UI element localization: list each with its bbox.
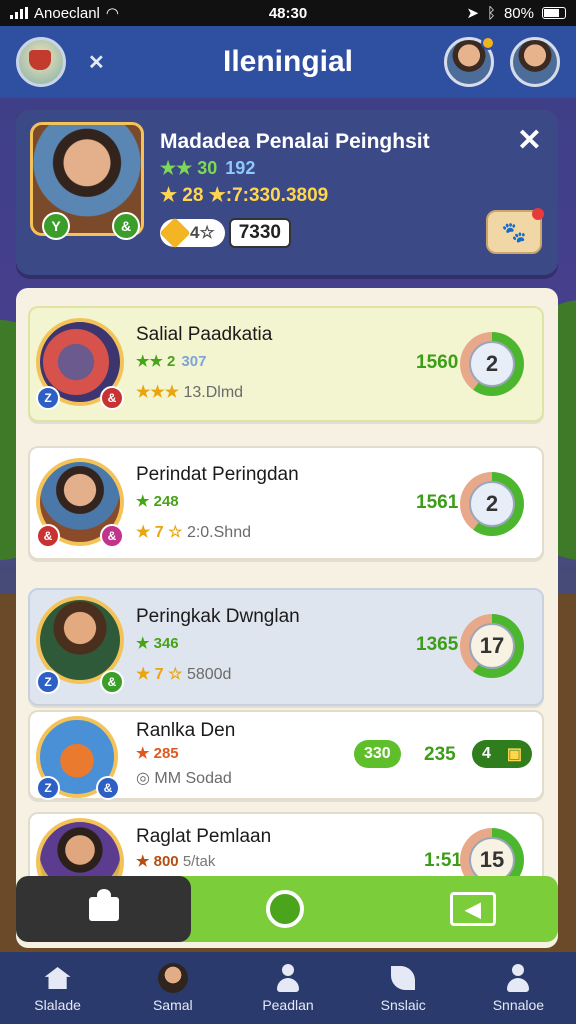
player-score: 1365 [416, 634, 459, 655]
location-icon: ➤ [466, 5, 479, 22]
rank-badge-icon: & [96, 776, 120, 800]
app-logo-icon[interactable] [16, 37, 66, 87]
player-name: Perindat Peringdan [136, 464, 299, 485]
score-pill: 330 [354, 740, 401, 768]
refresh-button[interactable] [266, 890, 304, 928]
leaderboard-row[interactable]: Z & Ranlka Den ★ 285 ◎ MM Sodad 330 235 … [28, 710, 544, 800]
rank-number: 2 [469, 341, 515, 387]
home-icon [44, 967, 71, 989]
player-substat: ★★★ 13.Dlmd [136, 384, 244, 401]
nav-label: Slalade [34, 997, 81, 1013]
person-icon [504, 964, 532, 992]
player-name: Peringkak Dwnglan [136, 606, 300, 627]
leaderboard-row[interactable]: Z & Salial Paadkatia ★★ 2 307 ★★★ 13.Dlmd… [28, 306, 544, 422]
rank-pill: 4 ▣ [472, 740, 532, 768]
leaderboard-panel: Z & Salial Paadkatia ★★ 2 307 ★★★ 13.Dlmd… [16, 288, 558, 948]
rank-number: 4 [482, 745, 491, 762]
nav-social[interactable]: Samal [115, 952, 230, 1024]
carrier-name: Anoeclanl [34, 4, 100, 22]
level-badge-icon: Y [42, 212, 70, 240]
bottom-nav: Slalade Samal Peadlan Snslaic Snnaloe [0, 952, 576, 1024]
nav-home[interactable]: Slalade [0, 952, 115, 1024]
level-badge-icon: Z [36, 776, 60, 800]
rank-badge-icon: & [100, 386, 124, 410]
shop-bag-icon [88, 889, 119, 921]
close-button[interactable]: ✕ [517, 126, 542, 156]
nav-profile[interactable]: Snnaloe [461, 952, 576, 1024]
status-bar: Anoeclanl ◠ 48:30 ➤ ᛒ 80% [0, 0, 576, 26]
player-name: Salial Paadkatia [136, 324, 273, 345]
chat-button[interactable]: 🐾 [486, 208, 544, 254]
player-score: 1561 [416, 492, 459, 513]
nav-label: Snslaic [380, 997, 426, 1013]
signal-icon [10, 7, 28, 19]
bluetooth-icon: ᛒ [486, 4, 496, 22]
rank-ring: 17 [460, 614, 524, 678]
friend-avatar[interactable] [444, 36, 495, 87]
player-stat: ★ 346 [136, 635, 179, 652]
player-name: Raglat Pemlaan [136, 826, 272, 847]
people-icon [274, 964, 302, 992]
player-substat: ★ 7 ☆ 5800d [136, 666, 232, 683]
rank-ring: 2 [460, 472, 524, 536]
rank-number: 17 [469, 623, 515, 669]
back-icon: ◀ [465, 898, 481, 921]
chat-icon: 🐾 [501, 221, 527, 244]
player-stat: ★ 285 [136, 745, 179, 762]
player-score: 235 [424, 744, 456, 765]
player-stat: ★★ 2 307 [136, 353, 207, 370]
shuffle-icon[interactable]: ✕ [88, 50, 105, 75]
profile-stat-blue: 192 [225, 158, 256, 178]
back-button[interactable]: ◀ [450, 892, 496, 926]
player-stat: ★ 800 5/tak [136, 853, 216, 870]
level-badge-icon: & [36, 524, 60, 548]
notification-dot [532, 208, 544, 220]
notification-dot [481, 36, 495, 50]
battery-percent: 80% [503, 4, 534, 22]
profile-name: Madadea Penalai Peinghsit [160, 130, 430, 153]
avatar-icon [157, 963, 188, 993]
user-avatar[interactable] [510, 37, 560, 87]
currency-amount: 4☆ [190, 223, 215, 242]
leaderboard-row[interactable]: & & Perindat Peringdan ★ 248 ★ 7 ☆ 2:0.S… [28, 446, 544, 560]
currency-pill[interactable]: 4☆ [159, 217, 225, 249]
star-icon: ▣ [506, 746, 522, 763]
shop-button[interactable] [16, 876, 191, 942]
nav-edit[interactable]: Snslaic [346, 952, 461, 1024]
profile-gold-stat: ★ 28 ★:7:330.3809 [160, 185, 329, 206]
player-stat: ★ 248 [136, 493, 179, 510]
gem-icon [159, 217, 191, 249]
app-header: ✕ Ileningial [0, 26, 576, 98]
currency-display: 4☆ 7330 [159, 217, 291, 249]
profile-stats: ★★ 30 192 [160, 158, 255, 179]
player-score: 1:51 [424, 850, 463, 871]
battery-icon [542, 7, 566, 19]
player-substat: ◎ MM Sodad [136, 770, 232, 787]
rank-ring: 2 [460, 332, 524, 396]
rank-number: 2 [469, 481, 515, 527]
action-bar: ◀ [16, 876, 558, 942]
nav-label: Samal [152, 997, 193, 1013]
currency-value: 7330 [228, 218, 291, 248]
clock: 48:30 [268, 4, 308, 22]
nav-friends[interactable]: Peadlan [230, 952, 345, 1024]
profile-stat-green: ★★ 30 [160, 158, 218, 178]
feather-icon [391, 966, 416, 990]
player-name: Ranlka Den [136, 720, 236, 741]
profile-card: Y & Madadea Penalai Peinghsit ★★ 30 192 ★… [16, 110, 558, 275]
nav-label: Peadlan [262, 997, 314, 1013]
rank-badge-icon: & [100, 670, 124, 694]
nav-label: Snnaloe [492, 997, 545, 1013]
leaderboard-row[interactable]: Z & Peringkak Dwnglan ★ 346 ★ 7 ☆ 5800d … [28, 588, 544, 706]
wifi-icon: ◠ [105, 5, 119, 22]
player-substat: ★ 7 ☆ 2:0.Shnd [136, 524, 251, 541]
player-score: 1560 [416, 352, 459, 373]
rank-badge-icon: & [112, 212, 140, 240]
level-badge-icon: Z [36, 386, 60, 410]
level-badge-icon: Z [36, 670, 60, 694]
rank-badge-icon: & [100, 524, 124, 548]
